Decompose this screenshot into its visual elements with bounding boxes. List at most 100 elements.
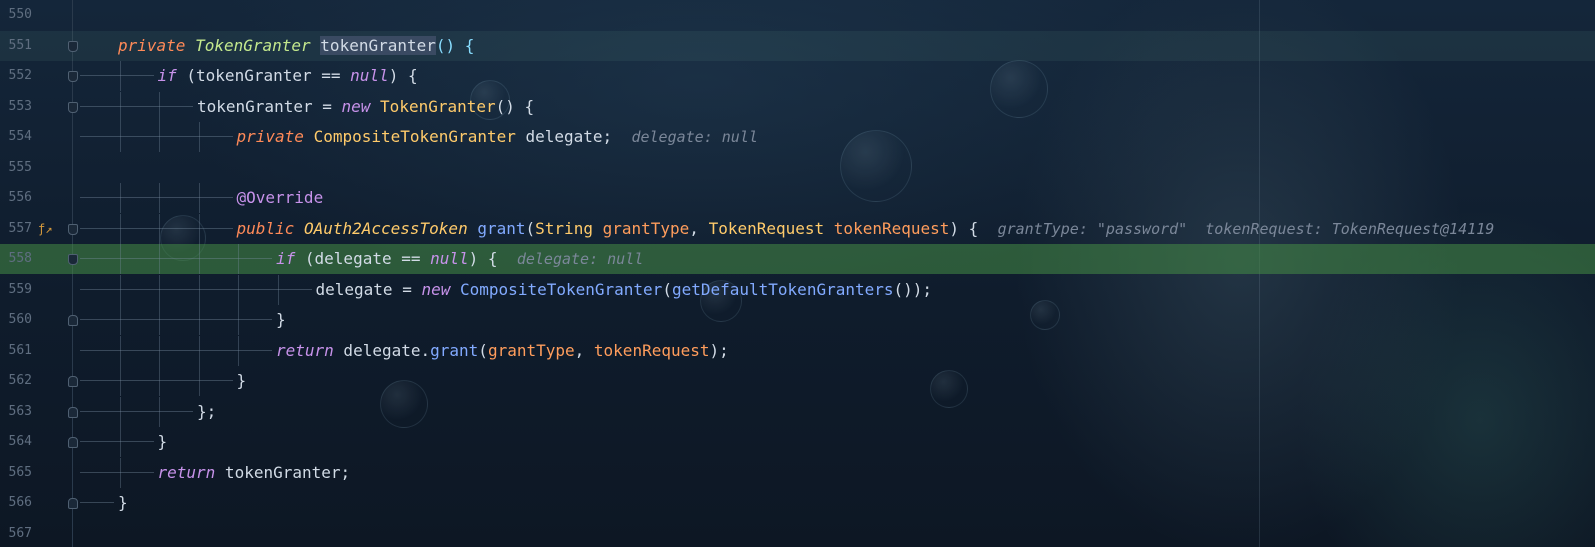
- indent-guide: [159, 366, 160, 396]
- code-line[interactable]: 551 private TokenGranter tokenGranter() {: [0, 30, 1595, 61]
- code-line[interactable]: 552 if (tokenGranter == null) {: [0, 61, 1595, 91]
- code-token: tokenGranter =: [197, 96, 342, 116]
- code-line[interactable]: 563};: [0, 396, 1595, 427]
- code-token: ,: [574, 340, 594, 360]
- indent-guide: [159, 213, 160, 244]
- fold-toggle-icon[interactable]: [68, 71, 78, 82]
- fold-toggle-icon[interactable]: [68, 406, 78, 418]
- fold-toggle-icon[interactable]: [68, 437, 78, 448]
- code-text[interactable]: }: [276, 311, 286, 329]
- code-token: ());: [893, 279, 933, 299]
- code-text[interactable]: public OAuth2AccessToken grant(String gr…: [237, 218, 1495, 238]
- line-number[interactable]: 551: [4, 38, 32, 54]
- code-line[interactable]: 565 return tokenGranter;: [0, 457, 1595, 488]
- line-number[interactable]: 550: [4, 7, 32, 23]
- indent-guide: [238, 305, 239, 335]
- code-token: delegate =: [315, 279, 422, 299]
- code-text[interactable]: return tokenGranter;: [158, 463, 351, 482]
- line-number[interactable]: 561: [4, 343, 32, 359]
- code-text[interactable]: }: [158, 433, 168, 451]
- line-number[interactable]: 556: [4, 190, 32, 206]
- fold-toggle-icon[interactable]: [68, 254, 78, 265]
- indent-guide: [198, 366, 200, 396]
- line-number[interactable]: 555: [4, 160, 32, 176]
- code-token: ,: [689, 218, 709, 238]
- indent-guide: [119, 122, 121, 152]
- code-token: grant: [477, 218, 526, 238]
- code-token: null: [350, 66, 389, 85]
- code-line[interactable]: 554 private CompositeTokenGranter delegat…: [0, 122, 1595, 152]
- code-token: }: [276, 310, 286, 329]
- code-line[interactable]: 561 return delegate.grant(grantType, toke…: [0, 335, 1595, 366]
- fold-toggle-icon[interactable]: [68, 498, 78, 509]
- code-editor[interactable]: 550 551 private TokenGranter tokenGranter(…: [0, 0, 1595, 547]
- line-number[interactable]: 552: [4, 68, 32, 84]
- indent-guide: [198, 244, 200, 274]
- line-number[interactable]: 564: [4, 434, 32, 450]
- line-number[interactable]: 557: [4, 221, 32, 237]
- fold-toggle-icon[interactable]: [68, 223, 78, 235]
- fold-toggle-icon[interactable]: [68, 376, 78, 387]
- indent-guide: [159, 244, 160, 274]
- code-text[interactable]: }: [118, 494, 128, 512]
- whitespace-marker: [80, 441, 154, 442]
- code-line[interactable]: 567: [0, 519, 1595, 547]
- indent-guide: [198, 305, 200, 335]
- whitespace-marker: [80, 105, 193, 107]
- line-number[interactable]: 554: [4, 129, 32, 145]
- code-token: delegate.: [333, 340, 431, 360]
- override-method-icon[interactable]: ƒ↗: [38, 221, 52, 237]
- fold-toggle-icon[interactable]: [68, 315, 78, 326]
- code-text[interactable]: if (delegate == null) { delegate: null: [276, 250, 643, 269]
- code-text[interactable]: }: [237, 372, 247, 390]
- code-line[interactable]: 560}: [0, 305, 1595, 335]
- code-line[interactable]: 559 delegate = new CompositeTokenGranter(…: [0, 274, 1595, 305]
- indent-guide: [119, 427, 121, 457]
- indent-guide: [119, 274, 121, 305]
- fold-toggle-icon[interactable]: [68, 101, 78, 113]
- indent-guide: [159, 122, 160, 152]
- indent-guide: [159, 305, 160, 335]
- code-token: (: [525, 218, 536, 238]
- line-number[interactable]: 560: [4, 312, 32, 328]
- code-text[interactable]: tokenGranter = new TokenGranter() {: [197, 96, 534, 116]
- code-line[interactable]: 564}: [0, 427, 1595, 457]
- code-token: (: [478, 340, 488, 360]
- code-token: ) {: [949, 218, 998, 238]
- indent-guide: [198, 213, 200, 244]
- code-line[interactable]: 553 tokenGranter = new TokenGranter() {: [0, 91, 1595, 122]
- code-text[interactable]: @Override: [237, 189, 324, 207]
- indent-guide: [119, 91, 121, 122]
- code-token: TokenRequest: [708, 218, 825, 238]
- code-line[interactable]: 562}: [0, 366, 1595, 396]
- code-line[interactable]: 556 @Override: [0, 183, 1595, 213]
- code-token: @Override: [236, 188, 324, 207]
- code-line[interactable]: 566}: [0, 488, 1595, 518]
- code-text[interactable]: if (tokenGranter == null) {: [158, 67, 418, 85]
- line-number[interactable]: 553: [4, 99, 32, 115]
- line-number[interactable]: 566: [4, 495, 32, 511]
- code-text[interactable]: };: [197, 402, 216, 421]
- indent-guide: [159, 335, 160, 366]
- code-line[interactable]: 555: [0, 153, 1595, 183]
- code-token: getDefaultTokenGranters: [671, 279, 894, 299]
- code-text[interactable]: return delegate.grant(grantType, tokenRe…: [276, 340, 729, 360]
- code-token: CompositeTokenGranter: [313, 127, 516, 146]
- line-number[interactable]: 559: [4, 282, 32, 298]
- code-text[interactable]: private TokenGranter tokenGranter() {: [118, 35, 474, 55]
- code-line[interactable]: 550: [0, 0, 1595, 30]
- code-line[interactable]: 557 ƒ↗ public OAuth2AccessToken grant(Stri…: [0, 213, 1595, 244]
- indent-guide: [119, 61, 121, 91]
- line-number[interactable]: 558: [4, 251, 32, 267]
- code-text[interactable]: private CompositeTokenGranter delegate; …: [237, 127, 758, 147]
- line-number[interactable]: 563: [4, 404, 32, 420]
- indent-guide: [119, 366, 121, 396]
- line-number[interactable]: 565: [4, 465, 32, 481]
- indent-guide: [159, 183, 160, 213]
- code-text[interactable]: delegate = new CompositeTokenGranter(get…: [315, 279, 933, 299]
- indent-guide: [119, 183, 121, 213]
- line-number[interactable]: 562: [4, 373, 32, 389]
- line-number[interactable]: 567: [4, 526, 32, 542]
- code-line[interactable]: 558 if (delegate == null) { delegate: nul…: [0, 244, 1595, 274]
- fold-toggle-icon[interactable]: [68, 40, 78, 52]
